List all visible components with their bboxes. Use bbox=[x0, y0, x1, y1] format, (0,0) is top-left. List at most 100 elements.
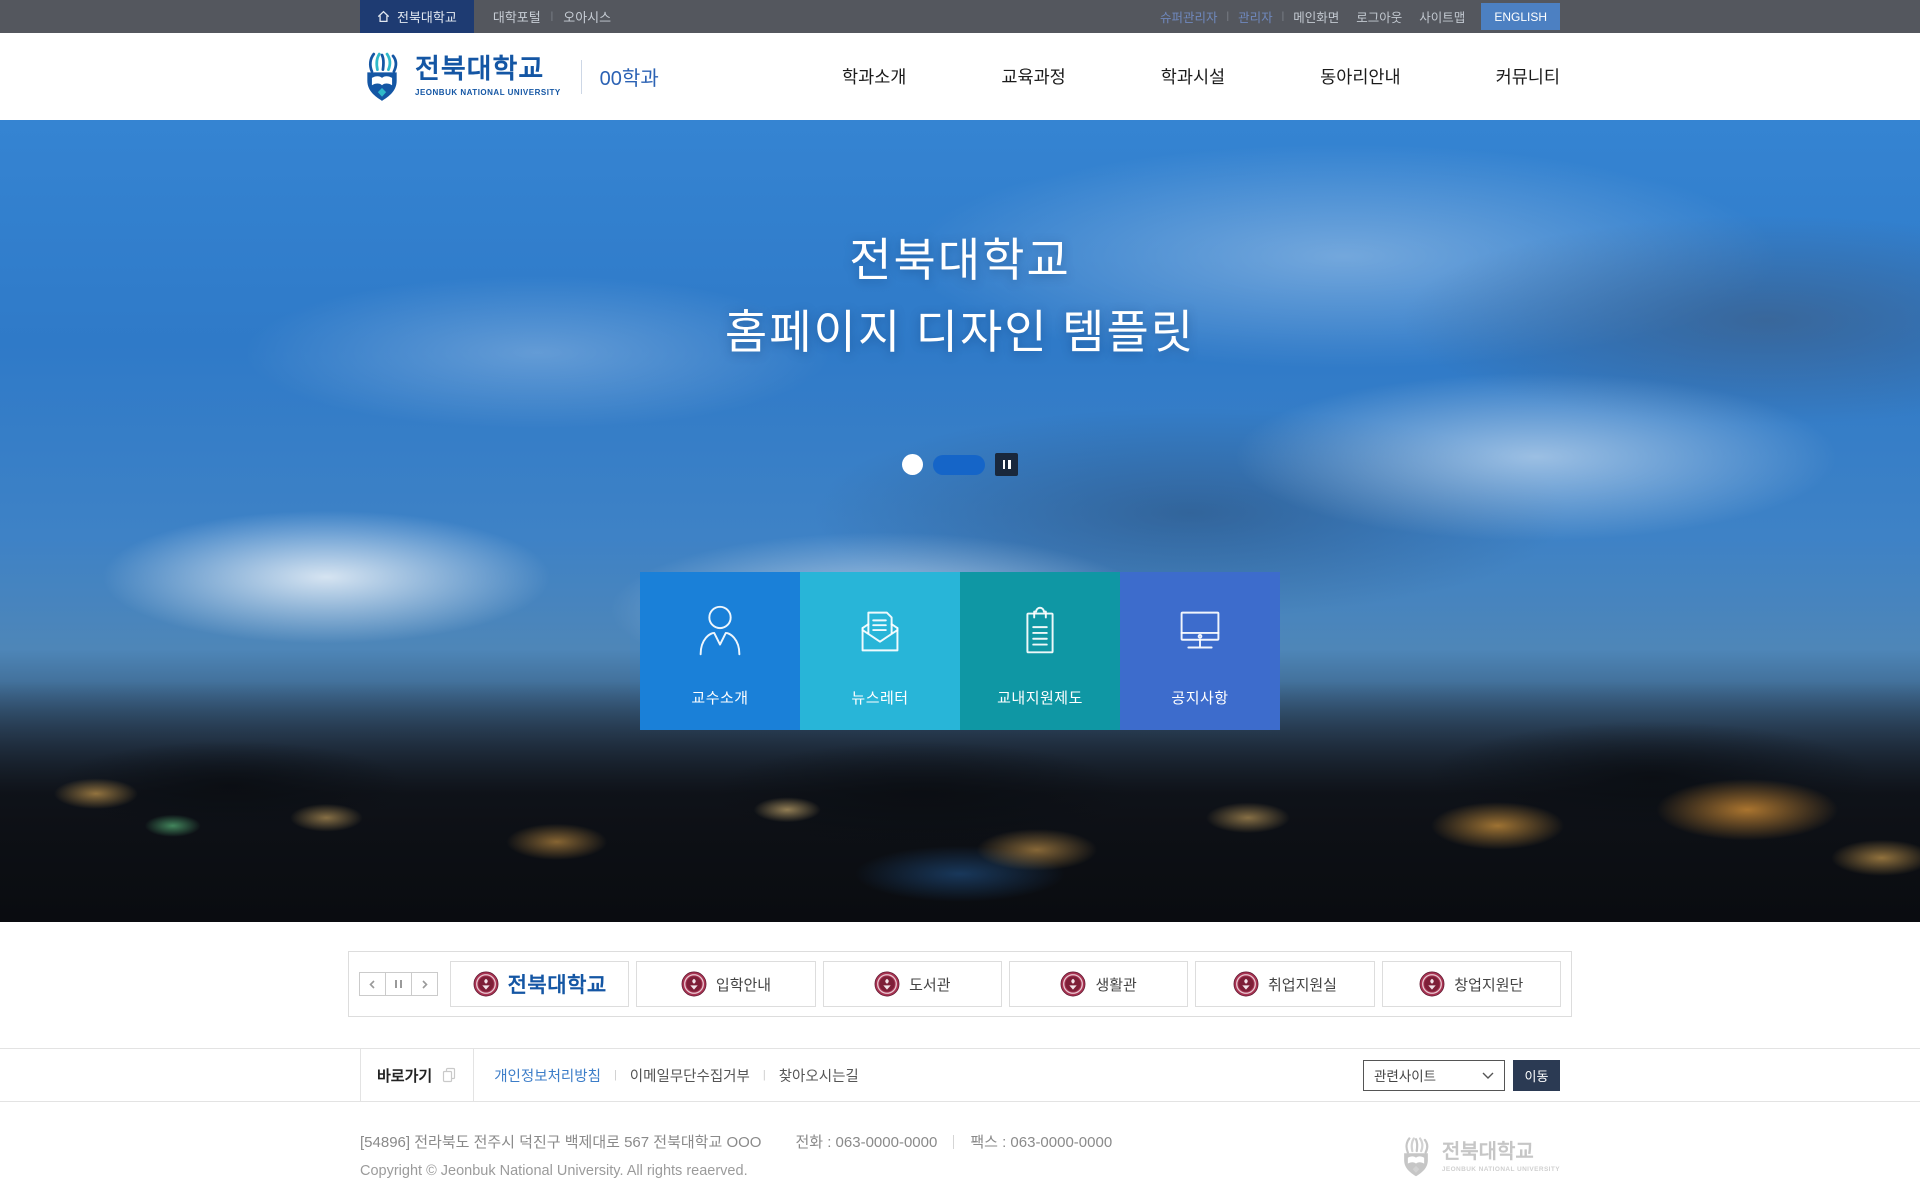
topbar-oasis-link[interactable]: 오아시스 bbox=[563, 7, 611, 26]
university-seal-icon bbox=[1419, 971, 1445, 997]
policy-links: 개인정보처리방침 | 이메일무단수집거부 | 찾아오시는길 bbox=[474, 1065, 859, 1086]
footer-copyright: Copyright © Jeonbuk National University.… bbox=[360, 1163, 1560, 1179]
nav-item-clubs[interactable]: 동아리안내 bbox=[1320, 64, 1401, 89]
nav-item-department-intro[interactable]: 학과소개 bbox=[842, 64, 906, 89]
hero-title-line1: 전북대학교 bbox=[0, 225, 1920, 297]
link-separator: | bbox=[763, 1069, 766, 1081]
chevron-left-icon bbox=[368, 980, 377, 989]
nav-item-curriculum[interactable]: 교육과정 bbox=[1001, 64, 1065, 89]
pause-icon bbox=[1003, 460, 1006, 469]
card-campus-support[interactable]: 교내지원제도 bbox=[960, 572, 1120, 730]
quicklinks-title-cell: 바로가기 bbox=[360, 1049, 474, 1101]
university-emblem-icon bbox=[360, 52, 404, 102]
footer-logo-title: 전북대학교 bbox=[1442, 1142, 1560, 1162]
topbar-superadmin-link[interactable]: 슈퍼관리자 bbox=[1160, 7, 1218, 26]
link-separator: | bbox=[614, 1069, 617, 1081]
notice-monitor-icon bbox=[1169, 600, 1231, 662]
chevron-right-icon bbox=[420, 980, 429, 989]
topbar-right-links: 슈퍼관리자 | 관리자 | 메인화면 로그아웃 사이트맵 ENGLISH bbox=[1160, 0, 1560, 33]
banner-carousel-box: 전북대학교 입학안내 도서관 생활관 취업지원실 창업지원단 bbox=[348, 951, 1572, 1017]
topbar-mainscreen-link[interactable]: 메인화면 bbox=[1293, 7, 1339, 26]
topbar-logout-link[interactable]: 로그아웃 bbox=[1356, 7, 1402, 26]
card-label: 뉴스레터 bbox=[800, 687, 960, 708]
university-seal-icon bbox=[681, 971, 707, 997]
nav-item-community[interactable]: 커뮤니티 bbox=[1496, 64, 1560, 89]
banner-pause-button[interactable] bbox=[385, 972, 412, 996]
topbar-left-links: 전북대학교 대학포털 | 오아시스 bbox=[360, 0, 611, 33]
footer-divider bbox=[953, 1135, 954, 1149]
carousel-indicators bbox=[0, 453, 1920, 476]
privacy-policy-link[interactable]: 개인정보처리방침 bbox=[494, 1065, 601, 1086]
card-newsletter[interactable]: 뉴스레터 bbox=[800, 572, 960, 730]
card-label: 교내지원제도 bbox=[960, 687, 1120, 708]
pause-icon bbox=[395, 980, 402, 988]
nav-item-facilities[interactable]: 학과시설 bbox=[1161, 64, 1225, 89]
university-seal-icon bbox=[1233, 971, 1259, 997]
footer-fax: 팩스 : 063-0000-0000 bbox=[970, 1131, 1112, 1152]
topbar-admin-link[interactable]: 관리자 bbox=[1238, 7, 1273, 26]
footer-address-row: [54896] 전라북도 전주시 덕진구 백제대로 567 전북대학교 OOO … bbox=[360, 1131, 1560, 1152]
related-banner-section: 전북대학교 입학안내 도서관 생활관 취업지원실 창업지원단 bbox=[0, 922, 1920, 1017]
university-seal-icon bbox=[874, 971, 900, 997]
footer: [54896] 전라북도 전주시 덕진구 백제대로 567 전북대학교 OOO … bbox=[0, 1102, 1920, 1200]
card-label: 교수소개 bbox=[640, 687, 800, 708]
banner-library[interactable]: 도서관 bbox=[823, 961, 1002, 1007]
banner-carousel-controls bbox=[359, 972, 437, 996]
banner-dormitory[interactable]: 생활관 bbox=[1009, 961, 1188, 1007]
topbar-separator: | bbox=[1227, 11, 1230, 22]
university-seal-icon bbox=[1060, 971, 1086, 997]
copy-pages-icon bbox=[441, 1067, 457, 1083]
related-sites-group: 관련사이트 이동 bbox=[1363, 1060, 1560, 1091]
header: 전북대학교 JEONBUK NATIONAL UNIVERSITY 00학과 학… bbox=[0, 33, 1920, 120]
hero-title-line2: 홈페이지 디자인 템플릿 bbox=[0, 297, 1920, 369]
carousel-pause-button[interactable] bbox=[995, 453, 1018, 476]
logo-subtitle: JEONBUK NATIONAL UNIVERSITY bbox=[415, 88, 561, 97]
banner-items: 전북대학교 입학안내 도서관 생활관 취업지원실 창업지원단 bbox=[450, 961, 1561, 1007]
footer-logo: 전북대학교 JEONBUK NATIONAL UNIVERSITY bbox=[1398, 1137, 1560, 1177]
related-sites-select[interactable]: 관련사이트 bbox=[1363, 1060, 1505, 1091]
logo-title: 전북대학교 bbox=[415, 56, 561, 83]
chevron-down-icon bbox=[1482, 1072, 1494, 1079]
banner-prev-button[interactable] bbox=[359, 972, 386, 996]
footer-address: [54896] 전라북도 전주시 덕진구 백제대로 567 전북대학교 OOO bbox=[360, 1131, 761, 1152]
topbar-separator: | bbox=[1282, 11, 1285, 22]
topbar-home-link[interactable]: 전북대학교 bbox=[360, 0, 474, 33]
email-refusal-link[interactable]: 이메일무단수집거부 bbox=[630, 1065, 750, 1086]
directions-link[interactable]: 찾아오시는길 bbox=[779, 1065, 859, 1086]
university-logo[interactable]: 전북대학교 JEONBUK NATIONAL UNIVERSITY 00학과 bbox=[360, 52, 659, 102]
topbar-sitemap-link[interactable]: 사이트맵 bbox=[1419, 7, 1465, 26]
university-emblem-icon bbox=[1398, 1137, 1434, 1177]
professor-person-icon bbox=[689, 600, 751, 662]
go-button[interactable]: 이동 bbox=[1513, 1060, 1560, 1091]
topbar-separator: | bbox=[551, 11, 554, 22]
home-icon bbox=[377, 10, 390, 23]
department-label: 00학과 bbox=[600, 62, 659, 91]
main-nav: 학과소개 교육과정 학과시설 동아리안내 커뮤니티 bbox=[842, 64, 1560, 89]
carousel-dot-active[interactable] bbox=[933, 455, 985, 475]
card-professor-intro[interactable]: 교수소개 bbox=[640, 572, 800, 730]
quicklinks-title: 바로가기 bbox=[377, 1065, 432, 1086]
support-clipboard-icon bbox=[1009, 600, 1071, 662]
carousel-dot-inactive[interactable] bbox=[902, 454, 923, 475]
banner-startup-center[interactable]: 창업지원단 bbox=[1382, 961, 1561, 1007]
banner-admissions[interactable]: 입학안내 bbox=[636, 961, 815, 1007]
related-sites-selected-value: 관련사이트 bbox=[1374, 1065, 1436, 1085]
card-label: 공지사항 bbox=[1120, 687, 1280, 708]
newsletter-envelope-icon bbox=[849, 600, 911, 662]
banner-career-center[interactable]: 취업지원실 bbox=[1195, 961, 1374, 1007]
logo-divider bbox=[581, 60, 582, 94]
english-button[interactable]: ENGLISH bbox=[1481, 3, 1560, 30]
banner-jbnu[interactable]: 전북대학교 bbox=[450, 961, 629, 1007]
topbar-home-label: 전북대학교 bbox=[397, 7, 457, 26]
footer-logo-subtitle: JEONBUK NATIONAL UNIVERSITY bbox=[1442, 1166, 1560, 1173]
university-seal-icon bbox=[473, 971, 499, 997]
footer-phone: 전화 : 063-0000-0000 bbox=[795, 1131, 937, 1152]
card-notices[interactable]: 공지사항 bbox=[1120, 572, 1280, 730]
topbar: 전북대학교 대학포털 | 오아시스 슈퍼관리자 | 관리자 | 메인화면 로그아… bbox=[0, 0, 1920, 33]
quick-link-cards: 교수소개 뉴스레터 교내지원제도 bbox=[640, 572, 1280, 730]
hero-title: 전북대학교 홈페이지 디자인 템플릿 bbox=[0, 225, 1920, 369]
banner-next-button[interactable] bbox=[411, 972, 438, 996]
hero-banner: 전북대학교 홈페이지 디자인 템플릿 교수소개 뉴스레터 bbox=[0, 120, 1920, 922]
footer-quicklinks-bar: 바로가기 개인정보처리방침 | 이메일무단수집거부 | 찾아오시는길 관련사이트… bbox=[0, 1048, 1920, 1102]
topbar-portal-link[interactable]: 대학포털 bbox=[493, 7, 541, 26]
